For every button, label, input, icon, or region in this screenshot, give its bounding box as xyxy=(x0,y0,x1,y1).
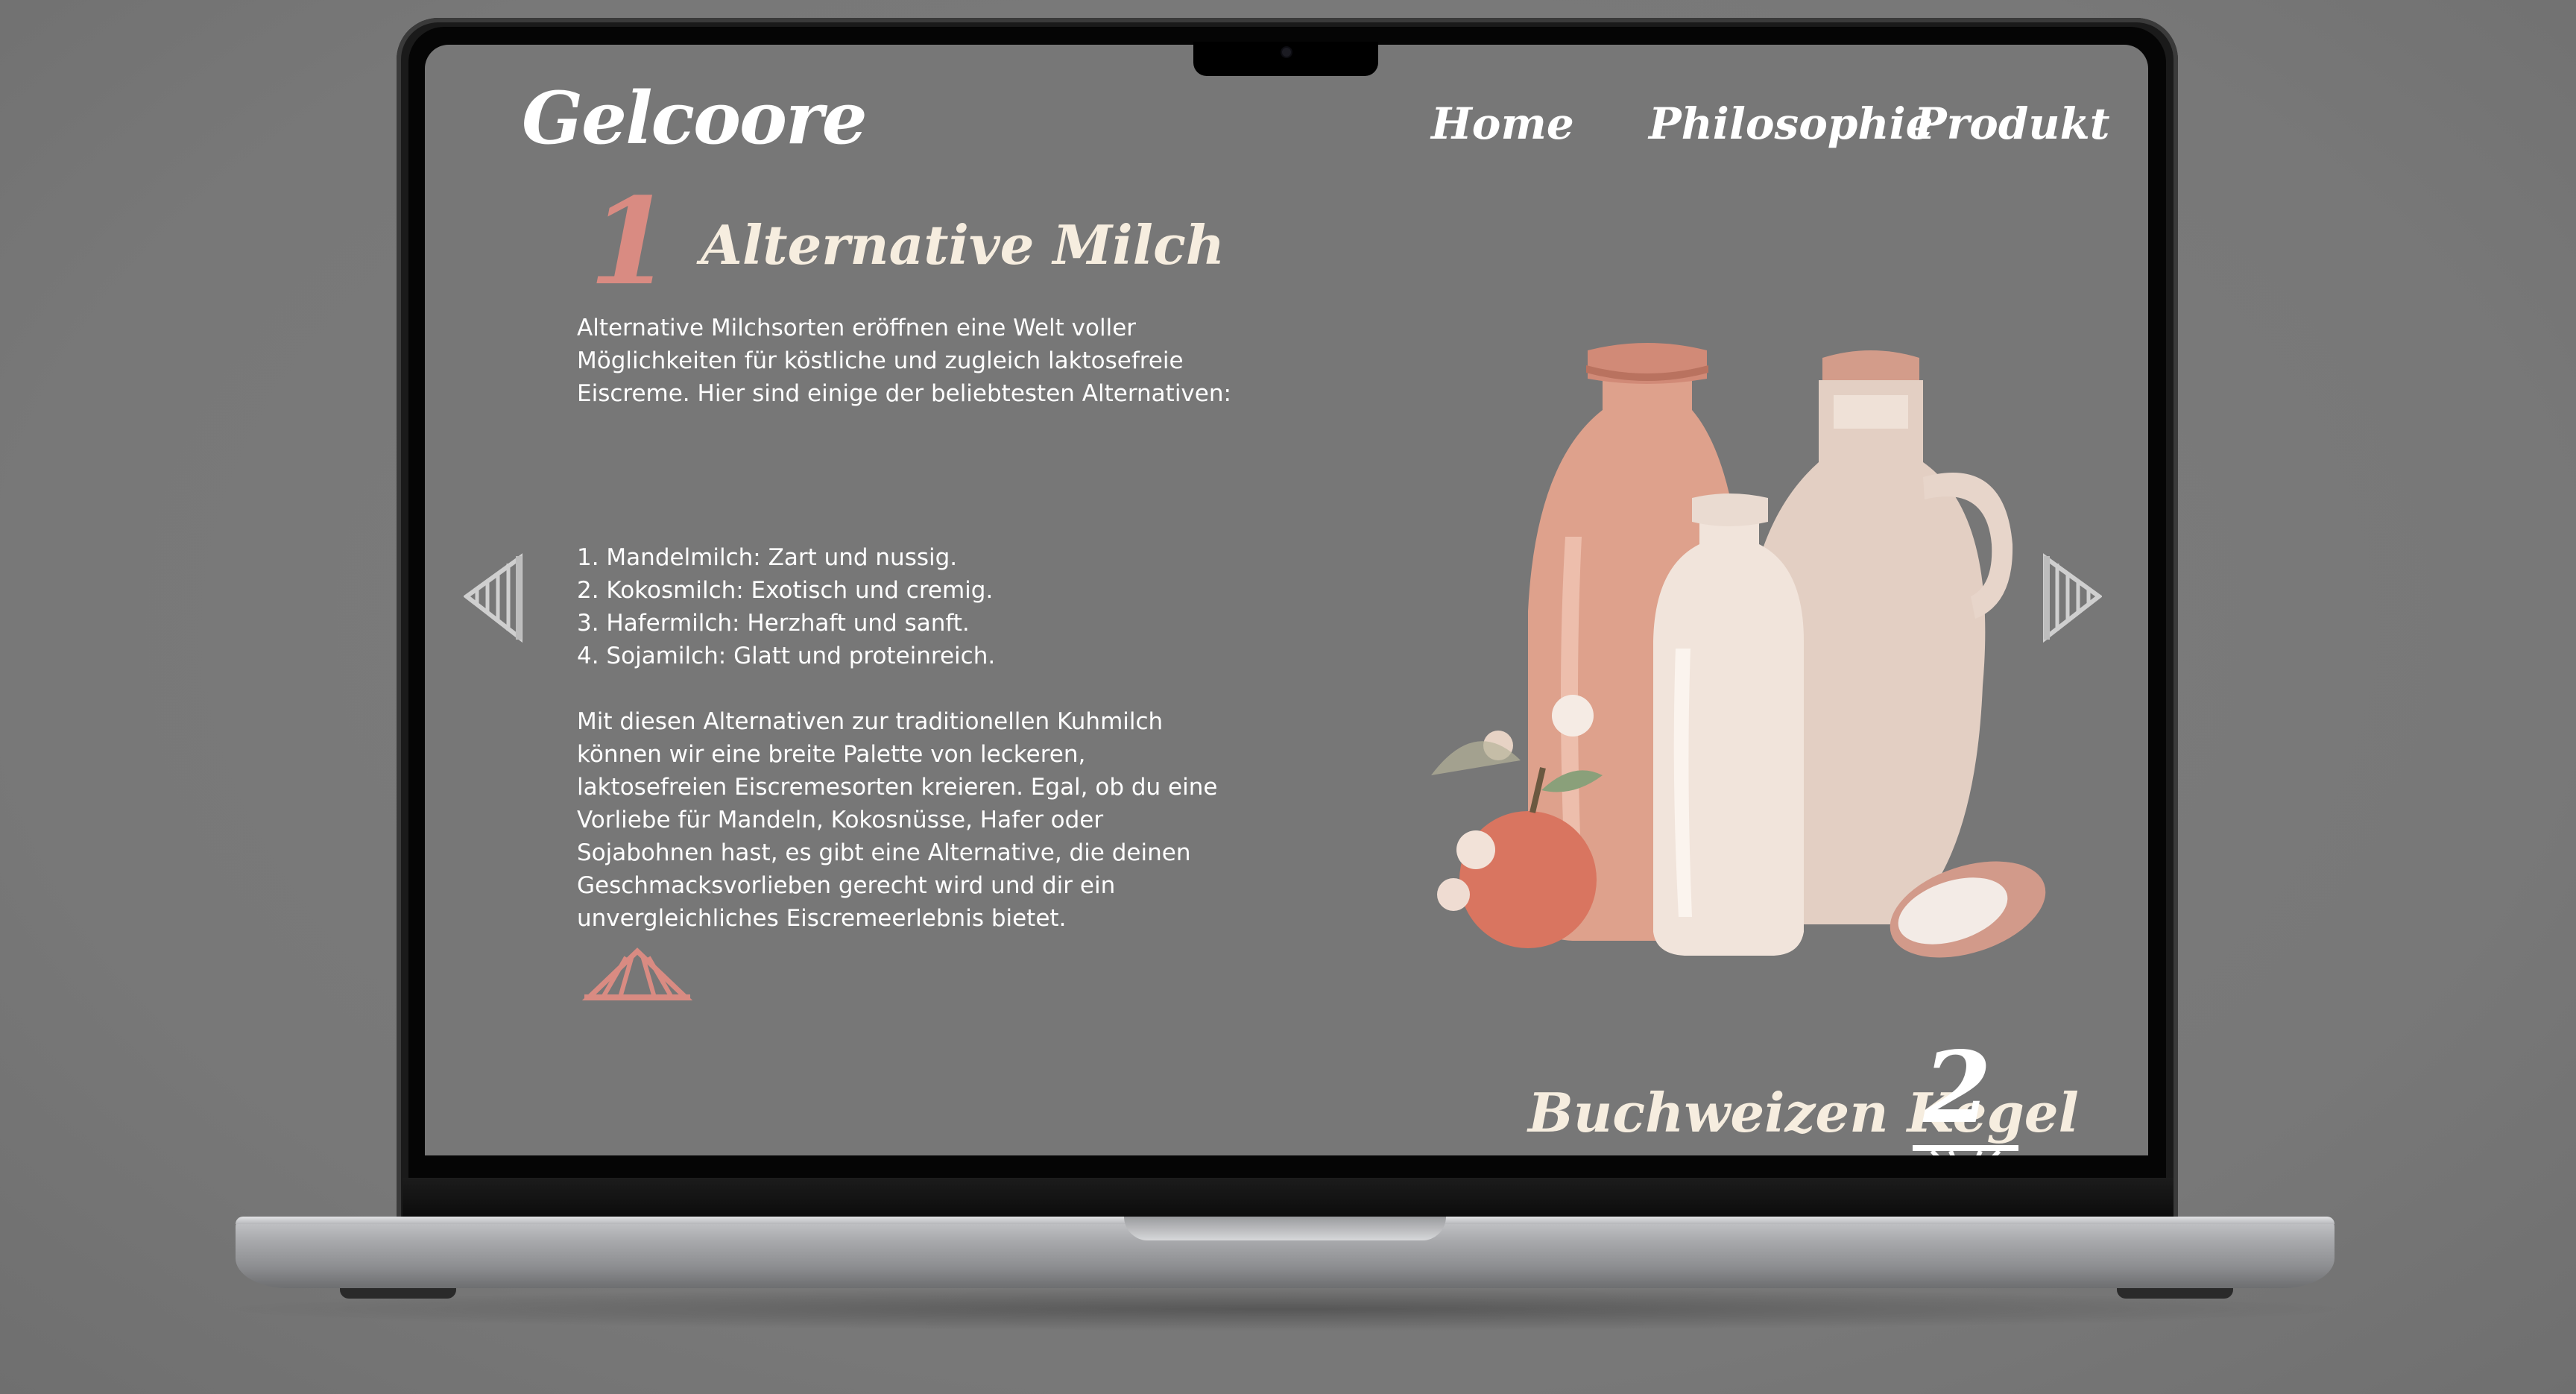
cone-down-arrow-icon xyxy=(1913,1145,2018,1155)
alternatives-list: 1. Mandelmilch: Zart und nussig. 2. Koko… xyxy=(577,541,1233,672)
brand-logo[interactable]: Gelcoore xyxy=(522,76,868,160)
milk-bottles-illustration xyxy=(1431,343,2046,958)
section-intro: Alternative Milchsorten eröffnen eine We… xyxy=(577,315,1231,407)
section-outro: Mit diesen Alternativen zur traditionell… xyxy=(577,708,1218,932)
laptop-shadow xyxy=(209,1287,2363,1331)
nav-philosophie[interactable]: Philosophie xyxy=(1649,98,1933,149)
laptop-foot-left xyxy=(340,1288,456,1299)
scroll-up-button[interactable] xyxy=(581,947,694,1003)
laptop-thumb-notch xyxy=(1124,1217,1446,1240)
scroll-down-button[interactable] xyxy=(1910,1145,2021,1155)
camera-icon xyxy=(1282,48,1291,57)
list-item: 3. Hafermilch: Herzhaft und sanft. xyxy=(577,610,970,637)
section-number: 1 xyxy=(589,171,672,312)
cone-up-arrow-icon xyxy=(581,947,694,1002)
camera-notch xyxy=(1193,42,1378,76)
next-section-title[interactable]: Buchweizen Kegel xyxy=(1528,1081,2079,1144)
nav-produkt[interactable]: Produkt xyxy=(1914,98,2110,149)
cone-left-arrow-icon xyxy=(462,553,523,643)
laptop-chin xyxy=(402,1178,2174,1217)
prev-slide-button[interactable] xyxy=(462,553,523,646)
nav-home[interactable]: Home xyxy=(1431,98,1574,149)
next-section-number: 2 xyxy=(1923,1030,1992,1146)
list-item: 2. Kokosmilch: Exotisch und cremig. xyxy=(577,577,994,604)
section-title: Alternative Milch xyxy=(701,213,1225,277)
laptop-screen: Gelcoore Home Philosophie Produkt 1 Alte… xyxy=(425,45,2148,1155)
brand-logo-text: Gelcoore xyxy=(522,76,868,160)
list-item: 1. Mandelmilch: Zart und nussig. xyxy=(577,544,958,571)
laptop-foot-right xyxy=(2117,1288,2233,1299)
list-item: 4. Sojamilch: Glatt und proteinreich. xyxy=(577,643,996,669)
